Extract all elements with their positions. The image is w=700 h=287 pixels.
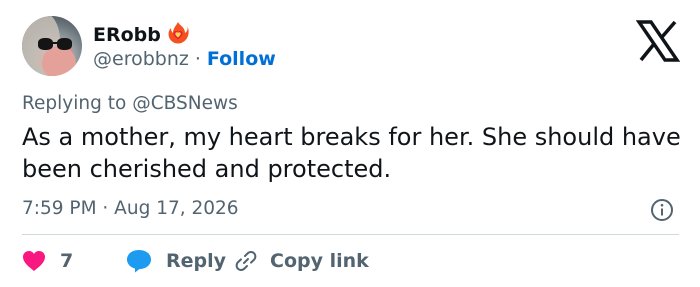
author-handle[interactable]: @erobbnz (93, 48, 189, 70)
flame-heart-icon (167, 21, 189, 49)
follow-button[interactable]: Follow (207, 48, 276, 70)
reply-context: Replying to @CBSNews (22, 93, 238, 114)
link-icon (235, 251, 257, 271)
separator-dot: · (194, 48, 201, 70)
tweet-text: As a mother, my heart breaks for her. Sh… (22, 123, 681, 183)
tweet-timestamp[interactable]: 7:59 PM · Aug 17, 2026 (22, 198, 239, 219)
author-handle-row: @erobbnz · Follow (93, 48, 276, 70)
divider (22, 234, 679, 235)
avatar-face (42, 46, 76, 76)
like-button[interactable]: 7 (22, 250, 126, 272)
tweet-actions: 7 Reply Copy link (22, 248, 369, 274)
copy-link-button[interactable]: Copy link (234, 249, 369, 273)
author-name-row: ERobb (93, 21, 189, 49)
speech-bubble-icon (127, 250, 151, 273)
avatar[interactable] (22, 16, 82, 76)
reply-label: Reply (166, 250, 227, 272)
reply-context-mention[interactable]: @CBSNews (132, 93, 238, 114)
x-logo-icon[interactable] (636, 20, 680, 62)
avatar-sunglasses (38, 38, 74, 50)
reply-context-prefix: Replying to (22, 93, 127, 114)
reply-button[interactable]: Reply (126, 249, 234, 273)
heart-icon (23, 251, 45, 271)
copy-link-label: Copy link (270, 250, 369, 272)
tweet-card: ERobb @erobbnz · Follow Replying to @CBS… (0, 0, 700, 287)
like-count: 7 (60, 250, 74, 272)
info-icon[interactable] (650, 198, 674, 222)
author-display-name[interactable]: ERobb (93, 24, 161, 46)
